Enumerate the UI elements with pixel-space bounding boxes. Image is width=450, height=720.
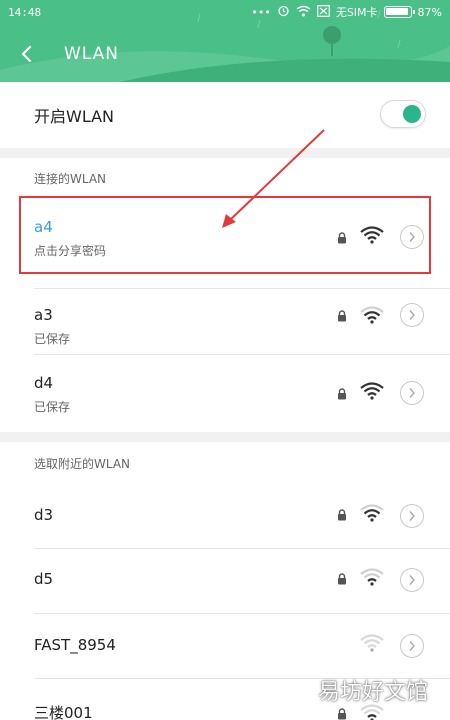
network-detail-button[interactable] [400,568,424,592]
wifi-signal-weak-icon [360,634,384,652]
battery-icon [383,6,415,18]
network-ssid: FAST_8954 [34,636,116,654]
network-row-d3[interactable]: d3 [0,484,450,550]
more-icon: ••• [251,5,271,19]
divider [34,354,450,355]
section-gap [0,432,450,442]
chevron-right-icon [409,511,415,521]
section-gap [0,148,450,158]
sim-icon [316,4,330,20]
network-row-d4[interactable]: d4 已保存 [0,358,450,424]
chevron-right-icon [409,388,415,398]
wifi-signal-medium-icon [360,306,384,324]
lock-icon [338,388,346,400]
network-ssid: a3 [34,306,53,324]
network-status: 已保存 [34,332,71,346]
lock-icon [338,310,346,322]
sim-status: 无SIM卡 [335,6,378,19]
wifi-signal-weak-icon [360,704,384,720]
wlan-toggle-label: 开启WLAN [34,107,115,126]
lock-icon [338,509,346,521]
network-row-d5[interactable]: d5 [0,548,450,614]
network-ssid: 三楼001 [34,704,93,720]
clock: 14:48 [8,6,42,19]
wlan-toggle-switch[interactable] [380,100,426,128]
page-title: WLAN [64,44,120,64]
wifi-signal-weak-icon [360,568,384,586]
network-row-fast-8954[interactable]: FAST_8954 [0,614,450,680]
network-ssid: d3 [34,506,54,524]
header: 14:48 ••• 无SIM卡 87% WLAN [0,0,450,82]
alarm-icon [277,4,290,20]
toggle-knob [403,105,421,123]
chevron-right-icon [409,641,415,651]
network-ssid: d4 [34,374,54,392]
wlan-toggle-row[interactable]: 开启WLAN [0,82,450,148]
chevron-right-icon [409,310,415,320]
wifi-signal-strong-icon [360,382,384,400]
chevron-right-icon [409,575,415,585]
network-detail-button[interactable] [400,303,424,327]
divider [34,288,450,289]
nearby-section-label: 选取附近的WLAN [34,457,131,471]
highlight-box [19,196,431,274]
wifi-icon [296,5,311,20]
network-ssid: d5 [34,570,54,588]
lock-icon [338,708,346,720]
network-status: 已保存 [34,400,71,414]
chevron-left-icon[interactable] [20,38,64,70]
lock-icon [338,573,346,585]
network-detail-button[interactable] [400,634,424,658]
status-bar: 14:48 ••• 无SIM卡 87% [0,0,450,26]
network-detail-button[interactable] [400,381,424,405]
connected-section-label: 连接的WLAN [34,172,107,186]
watermark: 易坊好文馆 [317,680,428,705]
network-detail-button[interactable] [400,504,424,528]
network-row-a3[interactable]: a3 已保存 [0,290,450,356]
battery-percent: 87% [417,5,442,19]
wifi-signal-medium-icon [360,504,384,522]
